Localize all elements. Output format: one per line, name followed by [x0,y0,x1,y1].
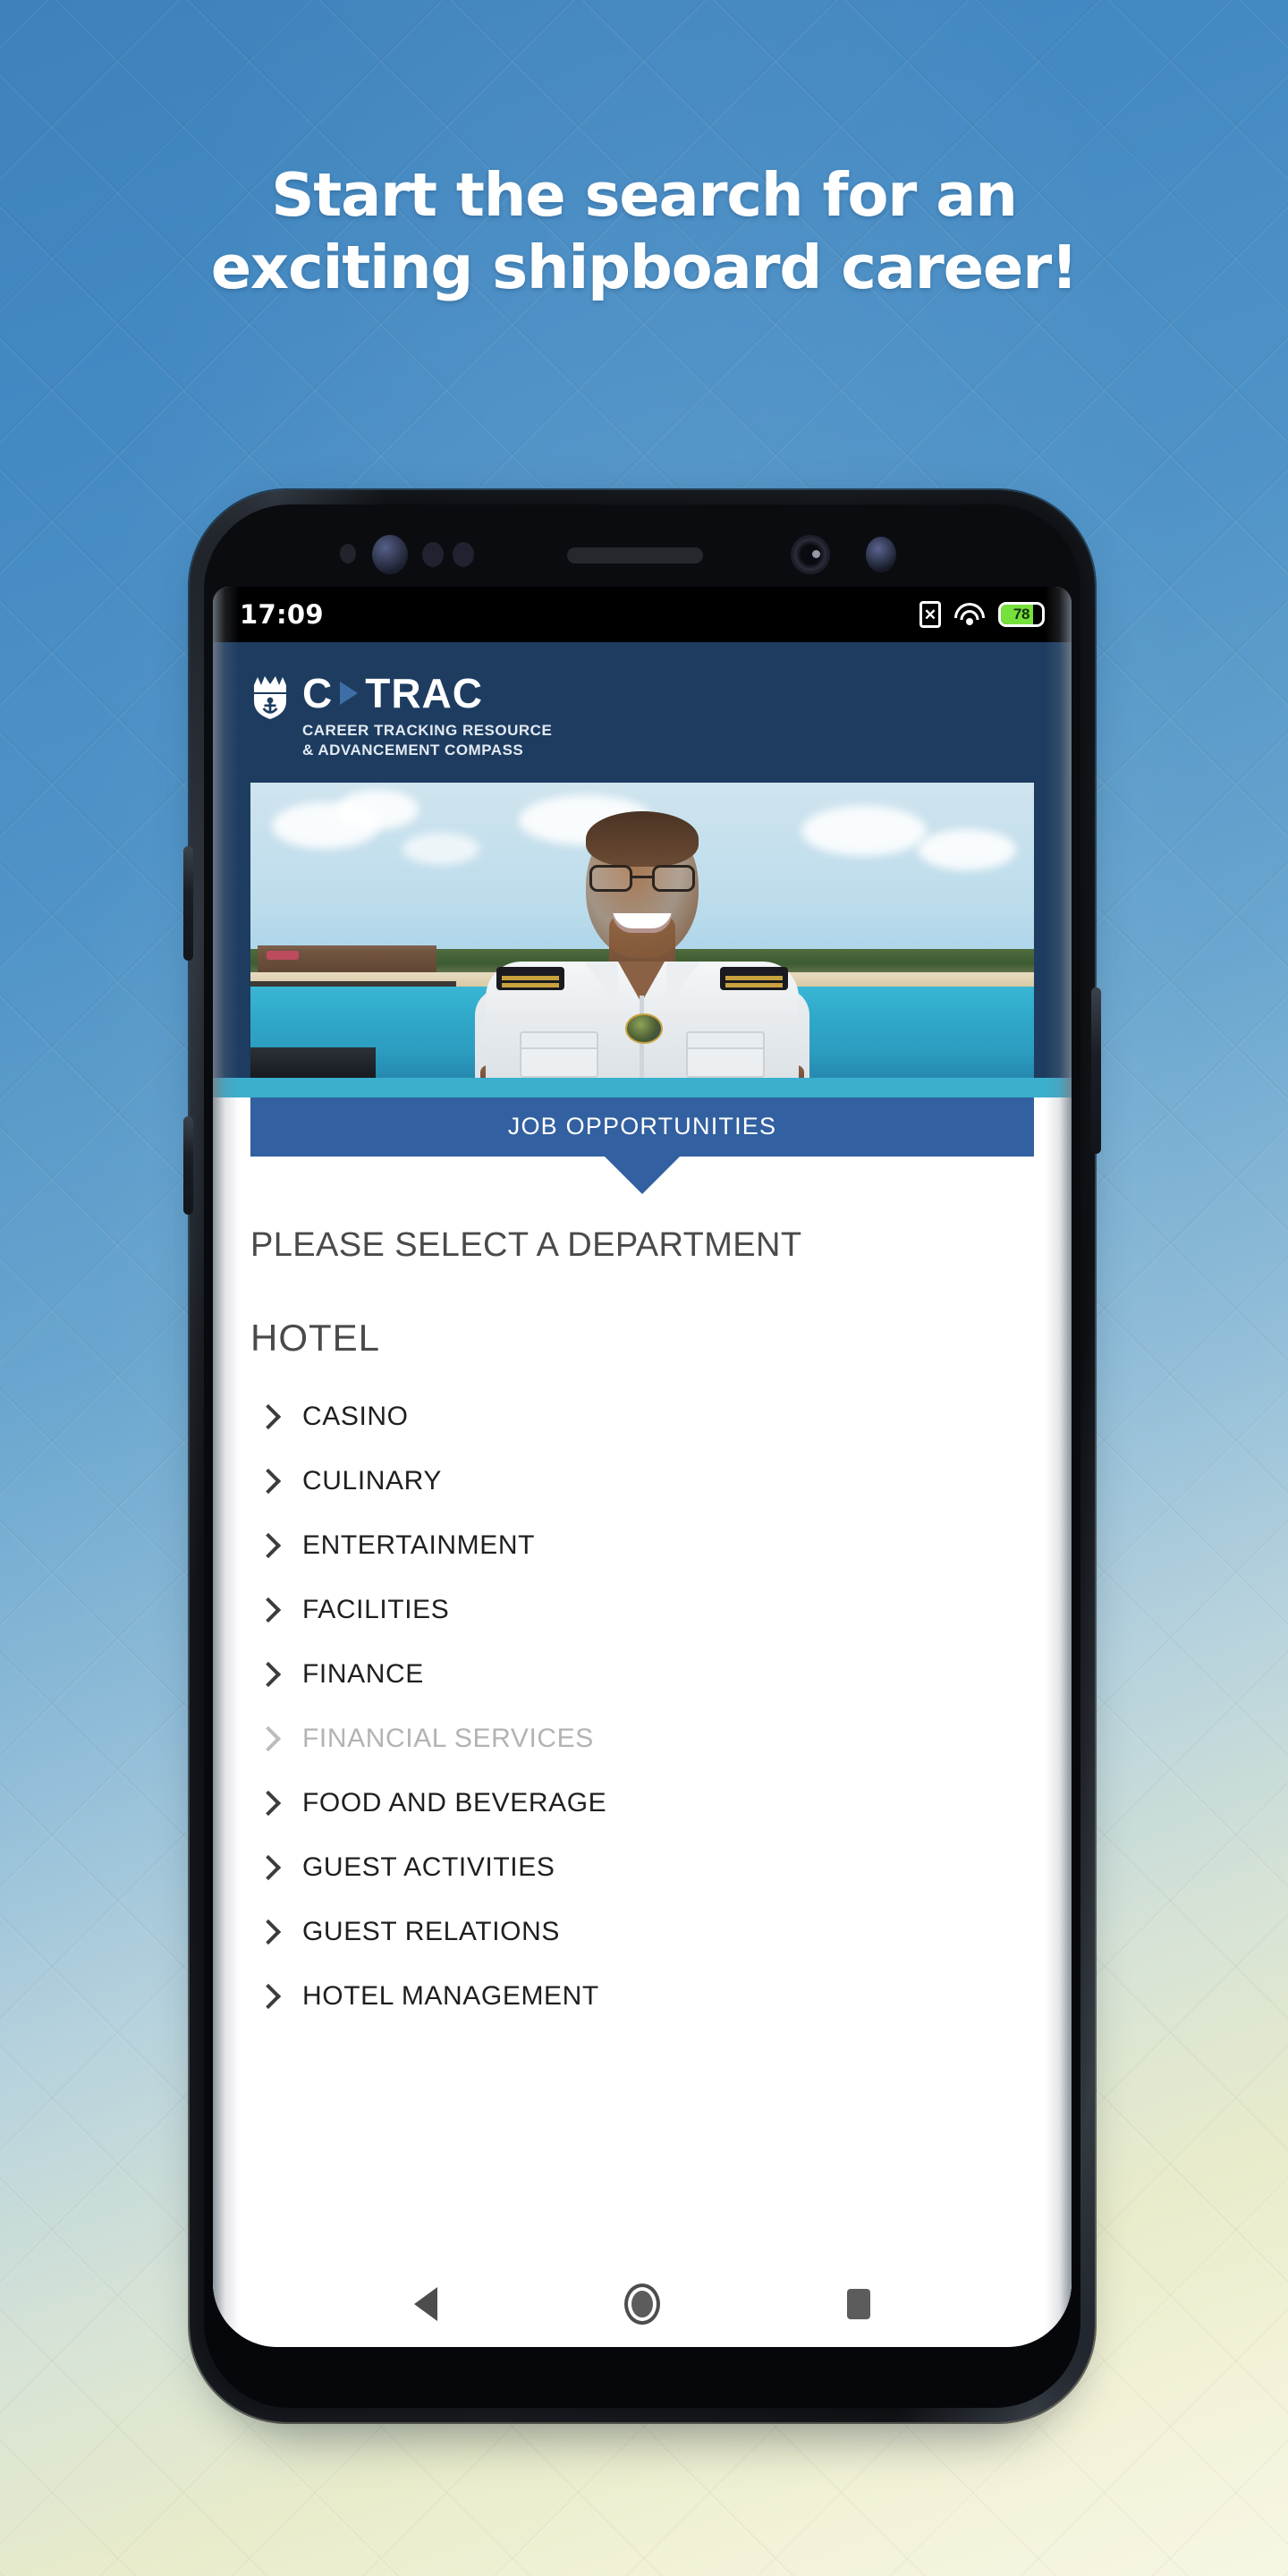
status-icon-group: ✕ 78 [919,601,1045,628]
chevron-right-icon [255,1468,282,1495]
eyeglasses-icon [589,864,695,892]
department-list-item[interactable]: FINANCE [250,1642,1034,1707]
department-label: FACILITIES [302,1594,450,1624]
app-header: C TRAC CAREER TRACKING RESOURCE & ADVANC… [213,642,1072,783]
department-label: FINANCIAL SERVICES [302,1723,594,1753]
hero-resort [258,945,436,974]
tagline-line-2: & ADVANCEMENT COMPASS [302,741,524,759]
headline-line-2: exciting shipboard career! [210,233,1079,303]
wifi-icon [954,602,985,627]
chevron-right-icon [255,1532,282,1559]
chevron-right-icon [255,1725,282,1752]
chevron-right-icon [255,1919,282,1945]
no-sim-icon: ✕ [919,601,941,628]
hero-image-wrapper [213,782,1072,1078]
led-indicator-icon [453,542,474,567]
assistant-button[interactable] [183,1116,193,1215]
phone-mockup: 17:09 ✕ 78 C TRAC CAREER TRACKING RESOUR… [183,490,1101,2445]
iris-scanner-icon [372,535,408,574]
chevron-right-icon [255,1403,282,1430]
job-banner-wrapper: JOB OPPORTUNITIES [213,1097,1072,1194]
tagline-line-1: CAREER TRACKING RESOURCE [302,722,553,739]
play-triangle-icon [340,682,359,705]
battery-icon: 78 [998,602,1045,627]
wordmark-trac: TRAC [365,670,483,716]
front-camera-icon [791,535,830,574]
phone-screen: 17:09 ✕ 78 C TRAC CAREER TRACKING RESOUR… [213,587,1072,2347]
headline-line-1: Start the search for an [271,160,1018,230]
poster-headline: Start the search for an exciting shipboa… [0,159,1288,304]
wordmark-c: C [302,670,334,716]
department-label: FOOD AND BEVERAGE [302,1787,607,1818]
secondary-sensor-icon [866,537,896,572]
department-list-item[interactable]: FOOD AND BEVERAGE [250,1771,1034,1835]
battery-level-text: 78 [1013,606,1030,623]
hero-image [250,782,1034,1078]
back-button-icon[interactable] [413,2287,437,2321]
department-list-item[interactable]: ENTERTAINMENT [250,1513,1034,1578]
power-button[interactable] [1091,987,1101,1154]
wordmark: C TRAC [302,673,552,714]
volume-button[interactable] [183,846,193,961]
department-group-title: HOTEL [250,1316,381,1359]
status-clock: 17:09 [240,599,324,630]
department-label: ENTERTAINMENT [302,1530,536,1560]
brand-text-column: C TRAC CAREER TRACKING RESOURCE & ADVANC… [302,673,552,761]
instruction-text: PLEASE SELECT A DEPARTMENT [250,1225,802,1264]
android-navigation-bar [213,2261,1072,2347]
banner-pointer-triangle [605,1156,680,1194]
department-list-item: FINANCIAL SERVICES [250,1707,1034,1771]
job-opportunities-banner[interactable]: JOB OPPORTUNITIES [250,1097,1034,1194]
earpiece-speaker [567,547,703,564]
crown-and-anchor-icon [254,676,286,719]
job-banner-label: JOB OPPORTUNITIES [507,1113,777,1140]
department-label: CASINO [302,1401,409,1431]
department-list-item[interactable]: GUEST RELATIONS [250,1900,1034,1964]
chevron-right-icon [255,1597,282,1623]
department-label: HOTEL MANAGEMENT [302,1980,599,2011]
chevron-right-icon [255,1661,282,1688]
epaulette-left [496,966,564,990]
department-list-item[interactable]: CASINO [250,1385,1034,1449]
department-list-item[interactable]: CULINARY [250,1449,1034,1513]
epaulette-right [720,966,788,990]
chevron-right-icon [255,1790,282,1817]
department-label: FINANCE [302,1658,424,1689]
department-label: GUEST ACTIVITIES [302,1852,555,1882]
chevron-right-icon [255,1983,282,2010]
hero-crew-member [450,809,835,1078]
department-label: CULINARY [302,1465,442,1496]
brand-tagline: CAREER TRACKING RESOURCE & ADVANCEMENT C… [302,721,552,761]
app-logo[interactable]: C TRAC CAREER TRACKING RESOURCE & ADVANC… [250,673,1034,761]
department-selection-section: PLEASE SELECT A DEPARTMENT HOTEL CASINO C… [213,1225,1072,2029]
status-bar: 17:09 ✕ 78 [213,587,1072,642]
accent-band [213,1077,1072,1097]
hero-ship-rail [250,1046,376,1078]
recents-button-icon[interactable] [847,2289,871,2319]
department-list-item[interactable]: GUEST ACTIVITIES [250,1835,1034,1900]
uniform-badge [625,1013,663,1044]
department-list-item[interactable]: FACILITIES [250,1578,1034,1642]
no-sim-glyph: ✕ [923,606,937,623]
department-list-item[interactable]: HOTEL MANAGEMENT [250,1964,1034,2029]
department-label: GUEST RELATIONS [302,1916,560,1946]
department-list: CASINO CULINARY ENTERTAINMENT FACILITIES FIN… [250,1385,1034,2029]
chevron-right-icon [255,1854,282,1881]
home-button-icon[interactable] [623,2284,660,2325]
proximity-sensor-icon [340,544,356,564]
light-sensor-icon [422,542,444,567]
